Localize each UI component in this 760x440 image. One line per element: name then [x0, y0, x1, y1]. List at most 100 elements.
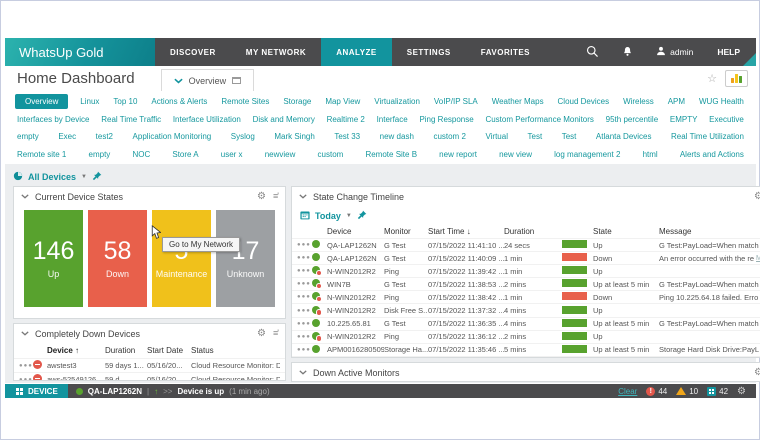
dashboard-tab[interactable]: empty: [15, 130, 41, 143]
dashboard-tab[interactable]: WUG Health: [697, 95, 746, 108]
nav-menu-item[interactable]: FAVORITES: [466, 38, 545, 66]
user-menu[interactable]: admin: [656, 46, 693, 58]
dashboard-tab[interactable]: Exec: [56, 130, 78, 143]
dashboard-tab[interactable]: Real Time Utilization: [669, 130, 746, 143]
row-actions-icon[interactable]: ●●●: [297, 281, 312, 287]
dashboard-tab[interactable]: Custom Performance Monitors: [483, 113, 595, 126]
row-actions-icon[interactable]: ●●●: [297, 255, 312, 261]
warning-count[interactable]: 10: [676, 387, 698, 396]
device-state-tile[interactable]: 17 Unknown: [216, 210, 275, 307]
dashboard-tab[interactable]: Test 33: [332, 130, 362, 143]
dashboard-tab[interactable]: Remote Site B: [363, 148, 419, 161]
dashboard-tab[interactable]: empty: [87, 148, 113, 161]
report-chart-button[interactable]: [725, 70, 748, 87]
dashboard-tab[interactable]: Remote site 1: [15, 148, 68, 161]
clear-link[interactable]: Clear: [618, 387, 637, 396]
notifications-bell-icon[interactable]: [623, 46, 632, 59]
timeline-row[interactable]: ●●● APM00162805092 Storage Ha... 07/15/2…: [292, 343, 760, 356]
dashboard-tab[interactable]: html: [641, 148, 660, 161]
gear-icon[interactable]: ⚙: [257, 192, 266, 202]
row-actions-icon[interactable]: ●●●: [297, 294, 312, 300]
device-group-filter[interactable]: All Devices ▼: [13, 164, 748, 186]
critical-count[interactable]: !44: [646, 387, 667, 396]
view-selector-tab[interactable]: Overview: [161, 69, 255, 91]
dashboard-tab[interactable]: Syslog: [229, 130, 257, 143]
more-link[interactable]: More: [756, 255, 760, 262]
row-actions-icon[interactable]: ●●●: [297, 321, 312, 327]
timeline-row[interactable]: ●●● 10.225.65.81 G Test 07/15/2022 11:36…: [292, 317, 760, 330]
dashboard-tab[interactable]: new report: [437, 148, 479, 161]
dashboard-tab[interactable]: Interface Utilization: [171, 113, 243, 126]
dashboard-tab[interactable]: Map View: [323, 95, 362, 108]
dashboard-tab[interactable]: Cloud Devices: [556, 95, 612, 108]
timeline-row[interactable]: ●●● WIN7B G Test 07/15/2022 11:38:53 ...…: [292, 277, 760, 290]
dashboard-tab[interactable]: Virtualization: [372, 95, 422, 108]
dashboard-tab[interactable]: Atlanta Devices: [594, 130, 654, 143]
pin-icon[interactable]: [357, 207, 367, 225]
row-actions-icon[interactable]: ●●●: [19, 363, 33, 369]
dashboard-tab[interactable]: VoIP/IP SLA: [432, 95, 480, 108]
collapse-chevron-icon[interactable]: [299, 194, 307, 199]
dashboard-tab[interactable]: user x: [219, 148, 245, 161]
nav-menu-item[interactable]: ANALYZE: [321, 38, 392, 66]
dashboard-tab[interactable]: Overview: [15, 94, 68, 109]
device-chip[interactable]: DEVICE: [5, 384, 68, 398]
dashboard-tab[interactable]: Alerts and Actions: [678, 148, 746, 161]
dashboard-tab[interactable]: Linux: [78, 95, 101, 108]
row-actions-icon[interactable]: ●●●: [297, 242, 312, 248]
dashboard-tab[interactable]: custom 2: [431, 130, 467, 143]
collapse-chevron-icon[interactable]: [21, 194, 29, 199]
collapse-chevron-icon[interactable]: [21, 331, 29, 336]
dashboard-tab[interactable]: Top 10: [111, 95, 139, 108]
sort-desc-icon[interactable]: ↓: [467, 227, 471, 236]
dashboard-tab[interactable]: new view: [497, 148, 534, 161]
timeline-row[interactable]: ●●● QA-LAP1262N G Test 07/15/2022 11:41:…: [292, 238, 760, 251]
dashboard-tab[interactable]: Real Time Traffic: [99, 113, 163, 126]
dashboard-tab[interactable]: Mark Singh: [272, 130, 316, 143]
brand-logo[interactable]: WhatsUp Gold: [5, 38, 155, 66]
dashboard-tab[interactable]: Interface: [375, 113, 410, 126]
row-actions-icon[interactable]: ●●●: [297, 334, 312, 340]
collapse-chevron-icon[interactable]: [299, 370, 307, 375]
favorite-star-icon[interactable]: ☆: [707, 72, 717, 85]
dashboard-tab[interactable]: newview: [263, 148, 298, 161]
nav-menu-item[interactable]: DISCOVER: [155, 38, 231, 66]
dashboard-tab[interactable]: EMPTY: [668, 113, 700, 126]
dashboard-tab[interactable]: Storage: [281, 95, 313, 108]
dashboard-tab[interactable]: Executive: [707, 113, 746, 126]
timeline-row[interactable]: ●●● N-WIN2012R2 Ping 07/15/2022 11:38:42…: [292, 290, 760, 303]
dashboard-tab[interactable]: Actions & Alerts: [149, 95, 209, 108]
dashboard-tab[interactable]: Test: [560, 130, 579, 143]
widget-menu-icon[interactable]: ≡': [273, 329, 278, 338]
dashboard-tab[interactable]: NOC: [130, 148, 152, 161]
help-link[interactable]: HELP: [717, 47, 740, 57]
nav-menu-item[interactable]: MY NETWORK: [231, 38, 321, 66]
dashboard-tab[interactable]: Virtual: [483, 130, 510, 143]
gear-icon[interactable]: ⚙: [737, 386, 746, 397]
info-count[interactable]: 42: [707, 387, 728, 396]
timeline-row[interactable]: ●●● QA-LAP1262N G Test 07/15/2022 11:40:…: [292, 251, 760, 264]
row-actions-icon[interactable]: ●●●: [19, 377, 33, 382]
down-device-row[interactable]: ●●● awstest3 59 days 1... 05/16/20... Cl…: [14, 358, 285, 372]
dashboard-tab[interactable]: Wireless: [621, 95, 656, 108]
sort-asc-icon[interactable]: ↑: [75, 346, 79, 355]
dashboard-tab[interactable]: Weather Maps: [490, 95, 546, 108]
dashboard-tab[interactable]: 95th percentile: [604, 113, 660, 126]
dashboard-tab[interactable]: Ping Response: [417, 113, 475, 126]
status-device-name[interactable]: QA-LAP1262N: [88, 387, 142, 396]
timeline-row[interactable]: ●●● N-WIN2012R2 Ping 07/15/2022 11:35:02…: [292, 356, 760, 358]
row-actions-icon[interactable]: ●●●: [297, 308, 312, 314]
dashboard-tab[interactable]: Interfaces by Device: [15, 113, 91, 126]
gear-icon[interactable]: ⚙: [257, 329, 266, 339]
device-state-tile[interactable]: 58 Down: [88, 210, 147, 307]
dashboard-tab[interactable]: custom: [316, 148, 346, 161]
search-icon[interactable]: [586, 45, 599, 60]
widget-menu-icon[interactable]: ≡': [273, 192, 278, 201]
dashboard-tab[interactable]: Application Monitoring: [131, 130, 214, 143]
dashboard-tab[interactable]: new dash: [378, 130, 416, 143]
gear-icon[interactable]: ⚙: [754, 192, 760, 202]
dashboard-tab[interactable]: Test: [526, 130, 545, 143]
timeline-row[interactable]: ●●● N-WIN2012R2 Ping 07/15/2022 11:36:12…: [292, 330, 760, 343]
gear-icon[interactable]: ⚙: [754, 368, 760, 378]
device-state-tile[interactable]: 146 Up: [24, 210, 83, 307]
